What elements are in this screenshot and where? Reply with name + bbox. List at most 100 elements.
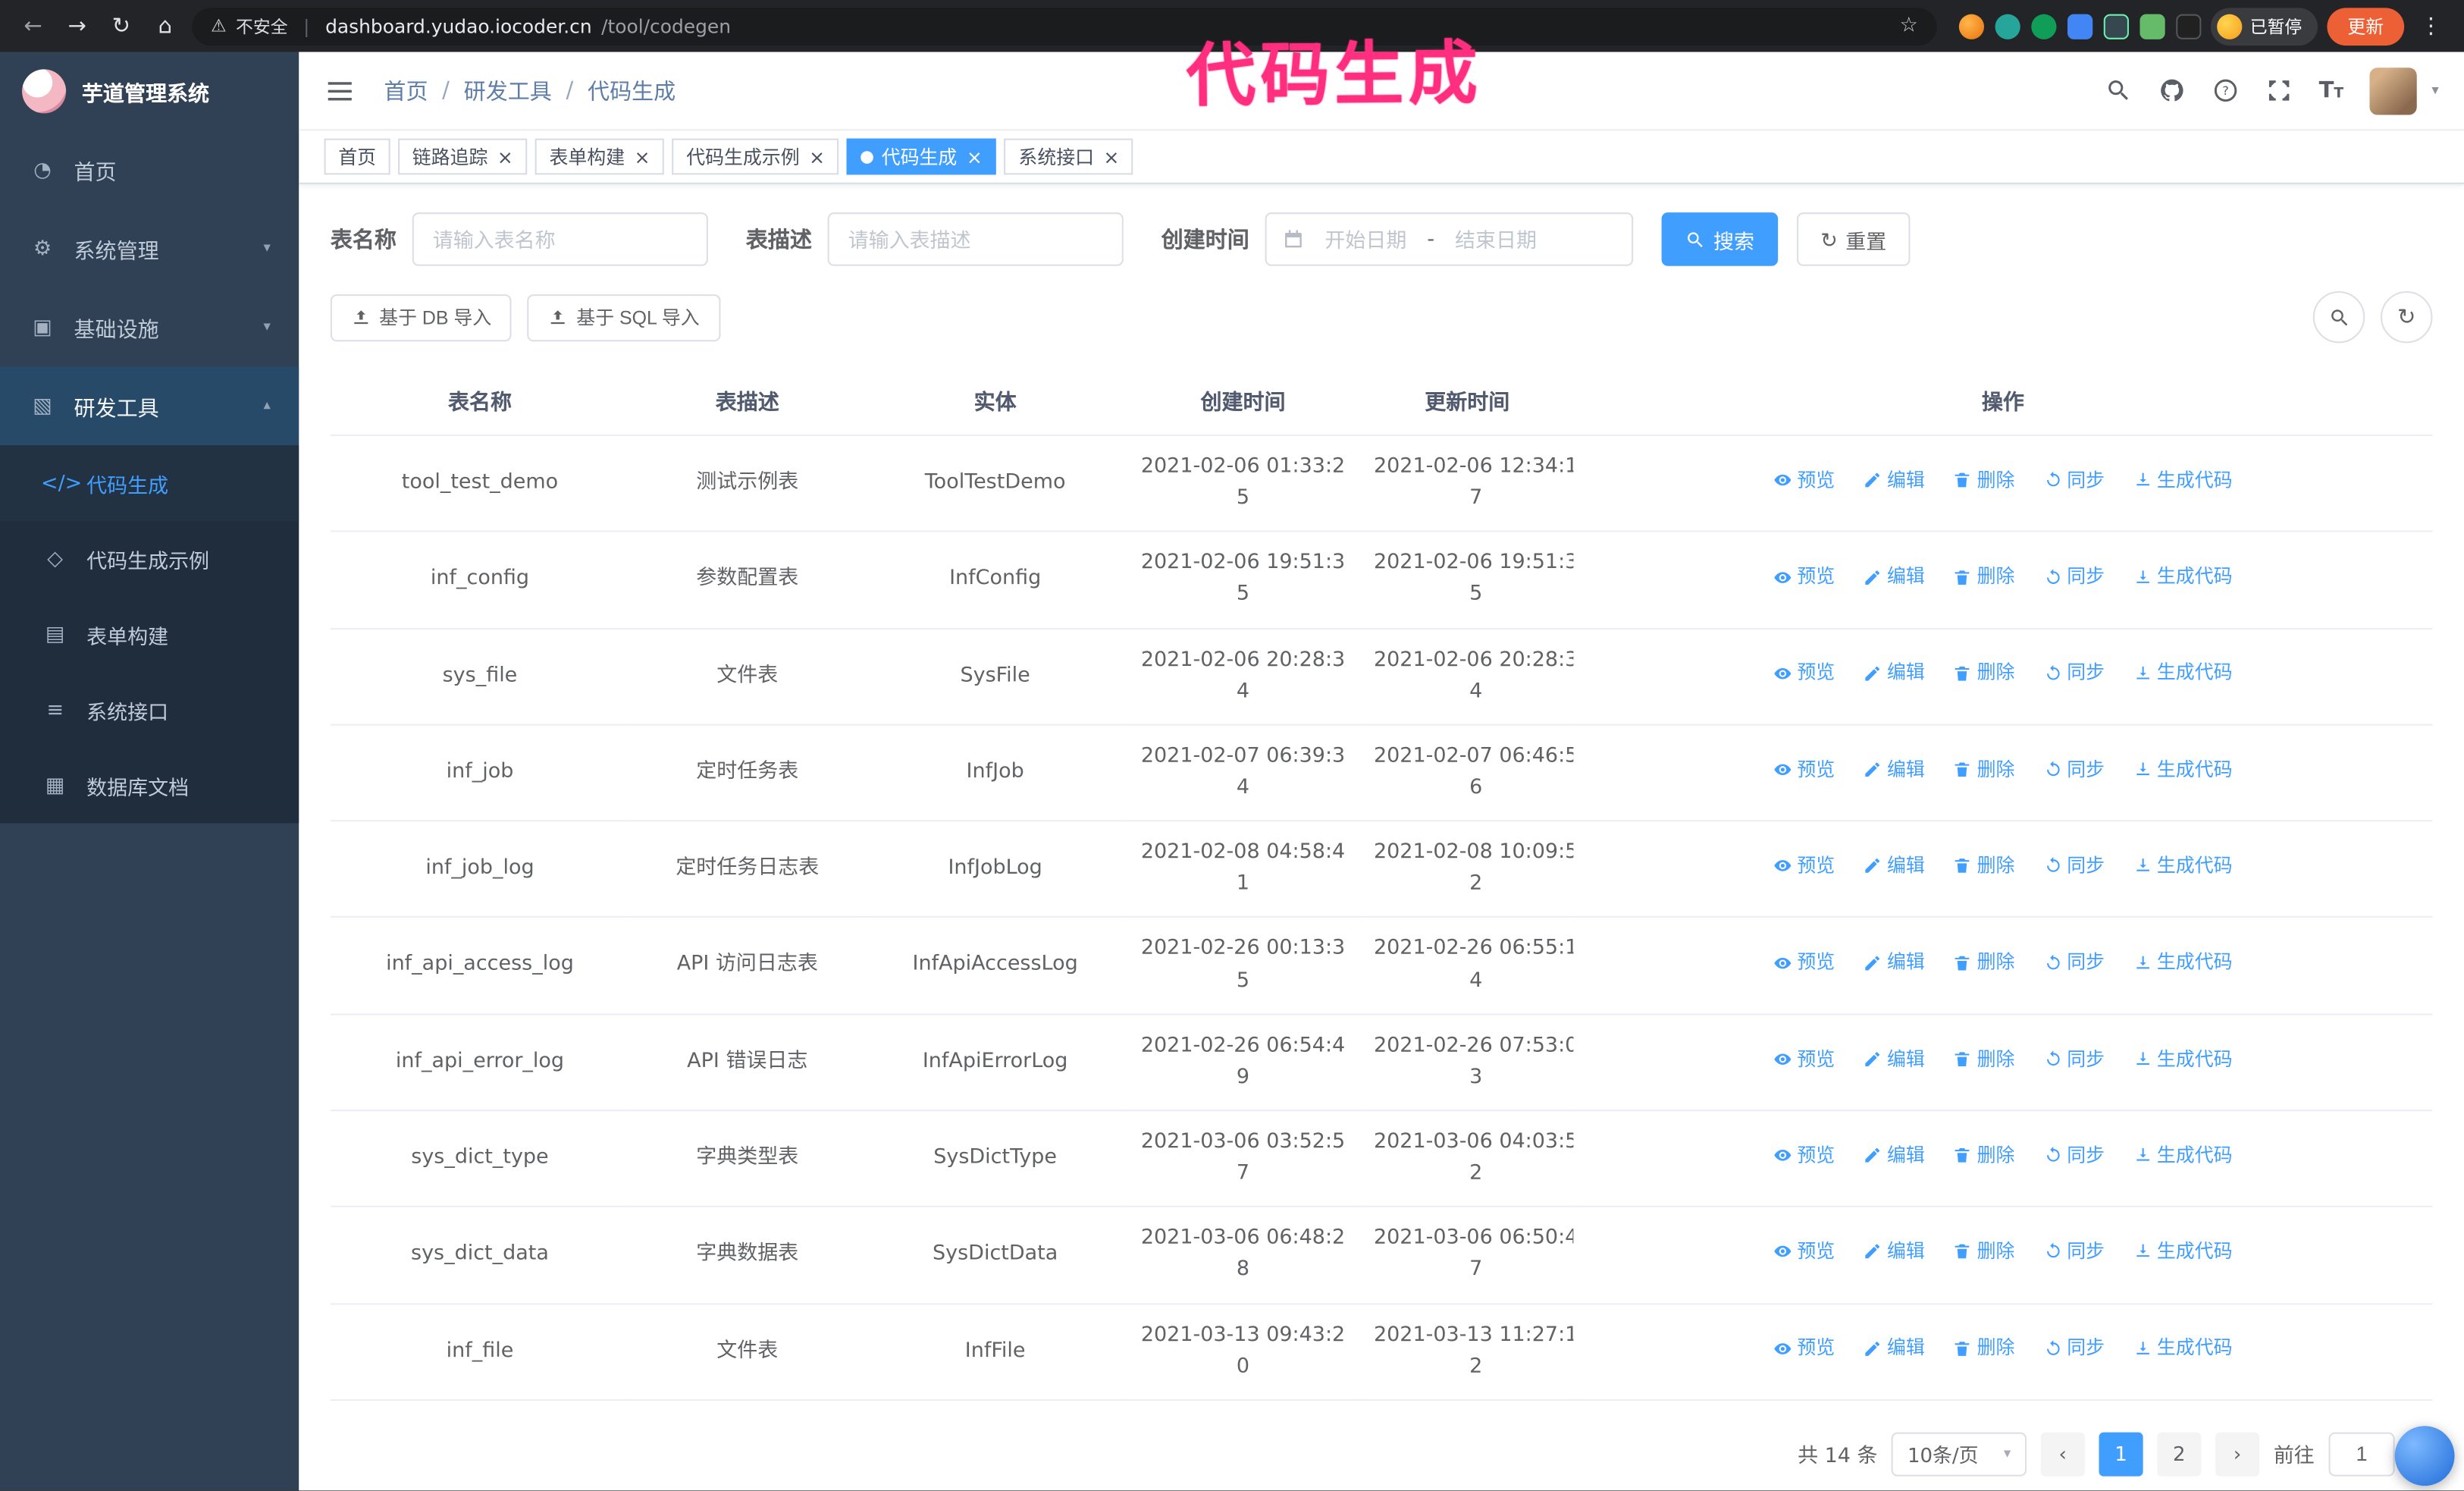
preview-link[interactable]: 预览	[1773, 1141, 1835, 1170]
generate-code-link[interactable]: 生成代码	[2133, 948, 2233, 978]
preview-link[interactable]: 预览	[1773, 755, 1835, 785]
breadcrumb-home[interactable]: 首页	[384, 75, 428, 107]
delete-link[interactable]: 删除	[1954, 466, 2014, 495]
generate-code-link[interactable]: 生成代码	[2133, 755, 2233, 785]
generate-code-link[interactable]: 生成代码	[2133, 852, 2233, 881]
tab-form-builder[interactable]: 表单构建 ×	[534, 138, 665, 175]
fullscreen-icon[interactable]	[2265, 77, 2292, 104]
sync-link[interactable]: 同步	[2043, 1238, 2105, 1267]
floating-widget[interactable]	[2394, 1426, 2455, 1486]
preview-link[interactable]: 预览	[1773, 948, 1835, 978]
close-tab-icon[interactable]: ×	[1104, 147, 1120, 166]
edit-link[interactable]: 编辑	[1864, 755, 1925, 785]
generate-code-link[interactable]: 生成代码	[2133, 659, 2233, 689]
edit-link[interactable]: 编辑	[1864, 1044, 1925, 1074]
sync-link[interactable]: 同步	[2043, 1334, 2105, 1364]
sync-link[interactable]: 同步	[2043, 1044, 2105, 1074]
tab-system-api[interactable]: 系统接口 ×	[1004, 138, 1134, 175]
preview-link[interactable]: 预览	[1773, 466, 1835, 495]
browser-update-button[interactable]: 更新	[2327, 7, 2405, 46]
goto-page-input[interactable]	[2328, 1432, 2395, 1477]
browser-reload-icon[interactable]: ↻	[104, 8, 139, 43]
tab-tracing[interactable]: 链路追踪 ×	[398, 138, 528, 175]
browser-profile-chip[interactable]: 已暂停	[2210, 7, 2318, 46]
search-button[interactable]: 搜索	[1661, 212, 1779, 266]
edit-link[interactable]: 编辑	[1864, 659, 1925, 689]
address-bar[interactable]: ⚠ 不安全 | dashboard.yudao.iocoder.cn/tool/…	[192, 7, 1937, 46]
sync-link[interactable]: 同步	[2043, 659, 2105, 689]
delete-link[interactable]: 删除	[1954, 948, 2014, 978]
generate-code-link[interactable]: 生成代码	[2133, 1238, 2233, 1267]
delete-link[interactable]: 删除	[1954, 852, 2014, 881]
delete-link[interactable]: 删除	[1954, 562, 2014, 592]
refresh-table-button[interactable]: ↻	[2381, 290, 2433, 344]
bookmark-star-icon[interactable]: ☆	[1900, 14, 1918, 38]
date-range-picker[interactable]: -	[1265, 212, 1634, 266]
date-start-input[interactable]	[1310, 227, 1422, 252]
extension-icon[interactable]	[1958, 13, 1985, 39]
extension-icon[interactable]	[2140, 13, 2165, 39]
extension-icon[interactable]	[2067, 13, 2093, 39]
edit-link[interactable]: 编辑	[1864, 948, 1925, 978]
preview-link[interactable]: 预览	[1773, 562, 1835, 592]
preview-link[interactable]: 预览	[1773, 659, 1835, 689]
page-button-1[interactable]: 1	[2099, 1432, 2143, 1477]
sidebar-item-codegen-example[interactable]: ◇ 代码生成示例	[0, 521, 299, 597]
table-desc-input[interactable]	[827, 212, 1124, 266]
tab-codegen-example[interactable]: 代码生成示例 ×	[672, 138, 839, 175]
sidebar-item-form-builder[interactable]: ▤ 表单构建	[0, 597, 299, 673]
reset-button[interactable]: ↻ 重置	[1797, 212, 1911, 266]
import-sql-button[interactable]: 基于 SQL 导入	[527, 293, 720, 341]
preview-link[interactable]: 预览	[1773, 1334, 1835, 1364]
preview-link[interactable]: 预览	[1773, 1044, 1835, 1074]
browser-home-icon[interactable]: ⌂	[148, 8, 183, 43]
page-size-select[interactable]: 10条/页 ▾	[1892, 1432, 2027, 1477]
sync-link[interactable]: 同步	[2043, 562, 2105, 592]
prev-page-button[interactable]: ‹	[2040, 1432, 2085, 1477]
delete-link[interactable]: 删除	[1954, 1238, 2014, 1267]
chevron-down-icon[interactable]: ▾	[2431, 83, 2438, 99]
extension-icon[interactable]	[1995, 13, 2020, 39]
close-tab-icon[interactable]: ×	[497, 147, 513, 166]
import-db-button[interactable]: 基于 DB 导入	[330, 293, 513, 341]
sidebar-item-dev-tools[interactable]: ▧ 研发工具 ▴	[0, 366, 299, 446]
sync-link[interactable]: 同步	[2043, 755, 2105, 785]
hamburger-icon[interactable]	[324, 75, 356, 107]
generate-code-link[interactable]: 生成代码	[2133, 1141, 2233, 1170]
table-name-input[interactable]	[412, 212, 708, 266]
browser-forward-icon[interactable]: →	[60, 8, 95, 43]
sidebar-item-system-mgmt[interactable]: ⚙ 系统管理 ▾	[0, 209, 299, 288]
edit-link[interactable]: 编辑	[1864, 1334, 1925, 1364]
help-icon[interactable]: ?	[2212, 77, 2238, 104]
app-logo[interactable]: 芋道管理系统	[0, 52, 299, 130]
edit-link[interactable]: 编辑	[1864, 1238, 1925, 1267]
extension-icon[interactable]	[2031, 13, 2057, 39]
sidebar-item-home[interactable]: ◔ 首页	[0, 130, 299, 209]
sidebar-item-db-doc[interactable]: ▦ 数据库文档	[0, 748, 299, 824]
delete-link[interactable]: 删除	[1954, 1141, 2014, 1170]
delete-link[interactable]: 删除	[1954, 755, 2014, 785]
preview-link[interactable]: 预览	[1773, 852, 1835, 881]
browser-menu-icon[interactable]: ⋮	[2414, 8, 2449, 43]
next-page-button[interactable]: ›	[2215, 1432, 2260, 1477]
tab-home[interactable]: 首页	[324, 138, 390, 175]
sync-link[interactable]: 同步	[2043, 466, 2105, 495]
close-tab-icon[interactable]: ×	[635, 147, 650, 166]
toggle-search-button[interactable]	[2312, 290, 2365, 344]
edit-link[interactable]: 编辑	[1864, 562, 1925, 592]
extension-icon[interactable]	[2176, 13, 2202, 39]
github-icon[interactable]	[2158, 77, 2185, 104]
sync-link[interactable]: 同步	[2043, 852, 2105, 881]
generate-code-link[interactable]: 生成代码	[2133, 1044, 2233, 1074]
search-icon[interactable]	[2105, 77, 2131, 104]
sidebar-item-codegen[interactable]: </> 代码生成	[0, 445, 299, 521]
tab-codegen[interactable]: 代码生成 ×	[847, 138, 997, 175]
delete-link[interactable]: 删除	[1954, 659, 2014, 689]
sync-link[interactable]: 同步	[2043, 1141, 2105, 1170]
close-tab-icon[interactable]: ×	[809, 147, 825, 166]
generate-code-link[interactable]: 生成代码	[2133, 562, 2233, 592]
font-size-icon[interactable]: TT	[2319, 80, 2344, 102]
sync-link[interactable]: 同步	[2043, 948, 2105, 978]
delete-link[interactable]: 删除	[1954, 1044, 2014, 1074]
edit-link[interactable]: 编辑	[1864, 1141, 1925, 1170]
